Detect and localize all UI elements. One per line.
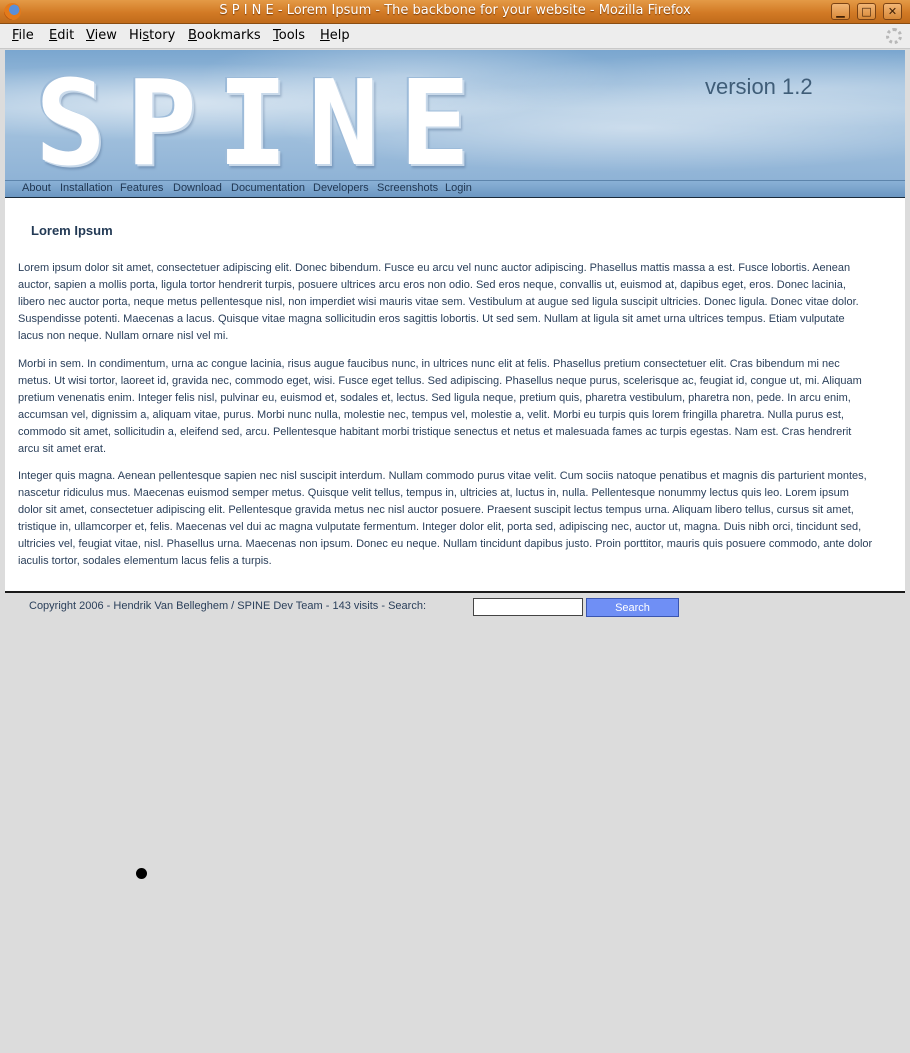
nav-installation[interactable]: Installation [60, 182, 113, 194]
footer-text: Copyright 2006 - Hendrik Van Belleghem /… [29, 600, 426, 612]
site-logo[interactable]: SPINE [35, 64, 490, 182]
nav-screenshots[interactable]: Screenshots [377, 182, 438, 194]
search-button[interactable]: Search [586, 598, 679, 617]
window-title: S P I N E - Lorem Ipsum - The backbone f… [219, 3, 691, 18]
page-title: Lorem Ipsum [31, 223, 113, 238]
nav-download[interactable]: Download [173, 182, 222, 194]
throbber-icon [886, 28, 902, 44]
main-article: Lorem Ipsum Lorem ipsum dolor sit amet, … [5, 198, 905, 593]
version-label: version 1.2 [705, 74, 813, 99]
window-titlebar: S P I N E - Lorem Ipsum - The backbone f… [0, 0, 910, 24]
paragraph-2: Morbi in sem. In condimentum, urna ac co… [18, 358, 862, 455]
menu-edit[interactable]: Edit [49, 28, 74, 43]
nav-documentation[interactable]: Documentation [231, 182, 305, 194]
nav-developers[interactable]: Developers [313, 182, 369, 194]
paragraph-1: Lorem ipsum dolor sit amet, consectetuer… [18, 262, 859, 342]
menu-history[interactable]: History [129, 28, 175, 43]
minimize-button[interactable]: ▁ [831, 3, 850, 20]
header-banner: SPINE version 1.2 [5, 50, 905, 182]
menu-bookmarks[interactable]: Bookmarks [188, 28, 261, 43]
paragraph-3: Integer quis magna. Aenean pellentesque … [18, 470, 873, 567]
page-content: SPINE version 1.2 About Installation Fea… [5, 50, 905, 1049]
search-input[interactable] [473, 598, 583, 616]
menu-help[interactable]: Help [320, 28, 350, 43]
maximize-button[interactable]: □ [857, 3, 876, 20]
site-nav: About Installation Features Download Doc… [5, 180, 905, 199]
nav-features[interactable]: Features [120, 182, 163, 194]
menubar: File Edit View History Bookmarks Tools H… [0, 24, 910, 49]
close-button[interactable]: ✕ [883, 3, 902, 20]
nav-about[interactable]: About [22, 182, 51, 194]
nav-login[interactable]: Login [445, 182, 472, 194]
menu-tools[interactable]: Tools [273, 28, 305, 43]
menu-file[interactable]: File [12, 28, 34, 43]
mouse-cursor-dot [136, 868, 147, 879]
menu-view[interactable]: View [86, 28, 117, 43]
